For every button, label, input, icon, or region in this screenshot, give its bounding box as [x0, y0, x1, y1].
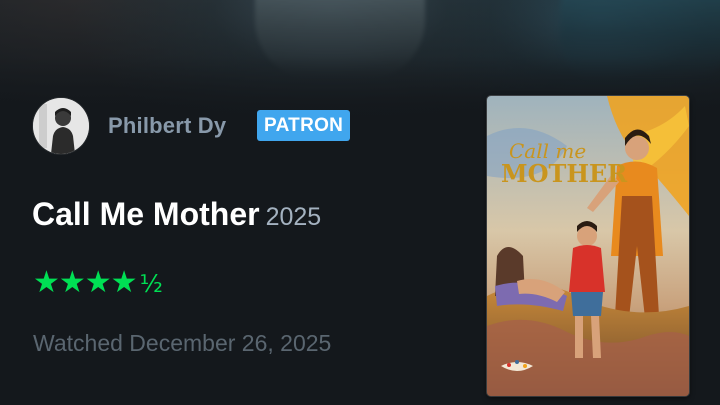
film-poster[interactable]: Call me MOTHER [487, 96, 689, 396]
reviewer-name[interactable]: Philbert Dy [108, 113, 226, 139]
star-rating: ★★★★ ½ [33, 265, 163, 302]
rating-stars: ★★★★ [33, 265, 138, 300]
rating-half-star: ½ [139, 270, 163, 298]
patron-badge: PATRON [257, 110, 351, 141]
film-title[interactable]: Call Me Mother [32, 196, 260, 232]
poster-title-line2: MOTHER [501, 159, 628, 188]
film-heading: Call Me Mother 2025 [32, 196, 321, 233]
avatar[interactable] [33, 98, 89, 154]
watched-date: Watched December 26, 2025 [33, 330, 332, 356]
film-year[interactable]: 2025 [266, 203, 322, 231]
